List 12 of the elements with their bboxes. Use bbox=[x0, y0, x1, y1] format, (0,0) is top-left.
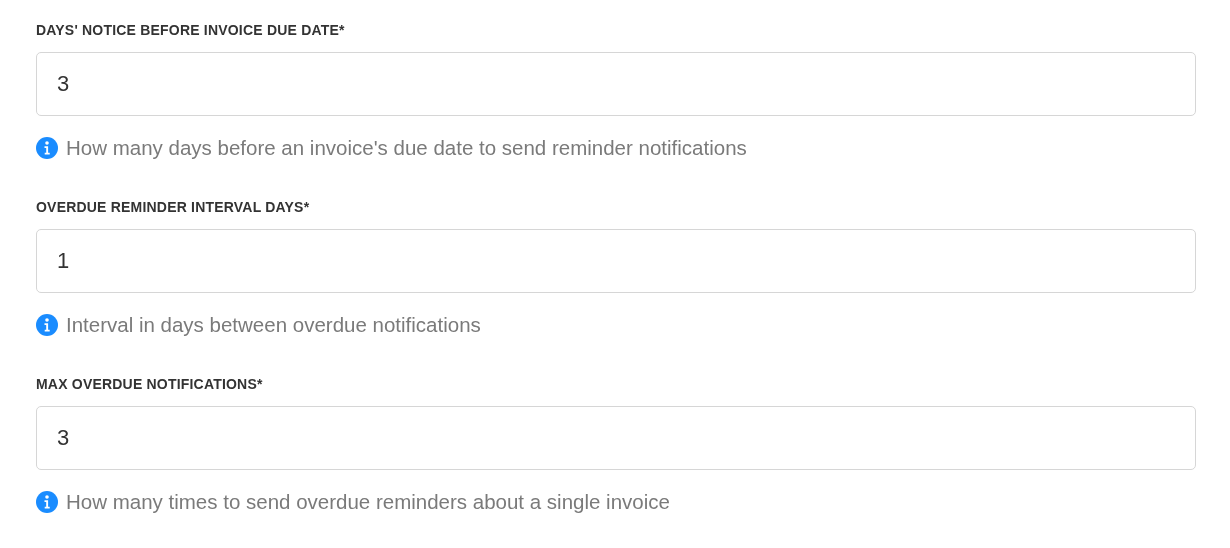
field-label: MAX OVERDUE NOTIFICATIONS* bbox=[36, 375, 264, 394]
info-icon bbox=[36, 314, 58, 336]
input-field[interactable]: 3 bbox=[36, 406, 1196, 470]
input-field[interactable]: 1 bbox=[36, 229, 1196, 293]
field-label: DAYS' NOTICE BEFORE INVOICE DUE DATE* bbox=[36, 21, 346, 40]
hint-text: How many days before an invoice's due date to send reminder notifications bbox=[66, 136, 747, 160]
field-label: OVERDUE REMINDER INTERVAL DAYS* bbox=[36, 198, 311, 217]
info-icon bbox=[36, 137, 58, 159]
hint-text: Interval in days between overdue notifications bbox=[66, 313, 481, 337]
hint-text: How many times to send overdue reminders about a single invoice bbox=[66, 490, 670, 514]
info-icon bbox=[36, 491, 58, 513]
input-field[interactable]: 3 bbox=[36, 52, 1196, 116]
